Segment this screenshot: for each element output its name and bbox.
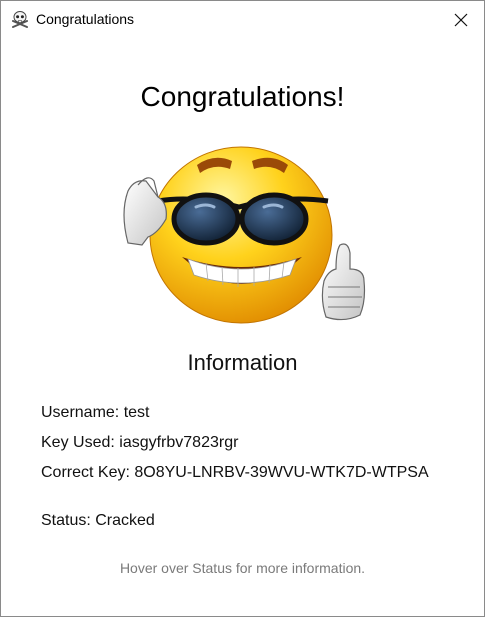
correct-key-label: Correct Key: 8O8YU-LNRBV-39WVU-WTK7D-WTP… [41, 464, 429, 481]
window-title: Congratulations [36, 11, 135, 27]
skull-crossbones-icon [12, 11, 28, 28]
username-label: Username: test [41, 404, 150, 421]
hover-hint: Hover over Status for more information. [119, 560, 366, 576]
congratulations-window: Congratulations Congratulations! Informa… [0, 0, 485, 617]
key-used-label: Key Used: iasgyfrbv7823rgr [41, 434, 239, 451]
sunglasses-thumbs-up-emoji [123, 146, 366, 324]
close-button[interactable] [438, 1, 484, 39]
status-label[interactable]: Status: Cracked [41, 512, 155, 530]
congratulations-heading: Congratulations! [140, 81, 345, 112]
information-heading: Information [187, 350, 298, 375]
title-bar[interactable]: Congratulations [1, 1, 484, 39]
close-icon [454, 13, 468, 27]
